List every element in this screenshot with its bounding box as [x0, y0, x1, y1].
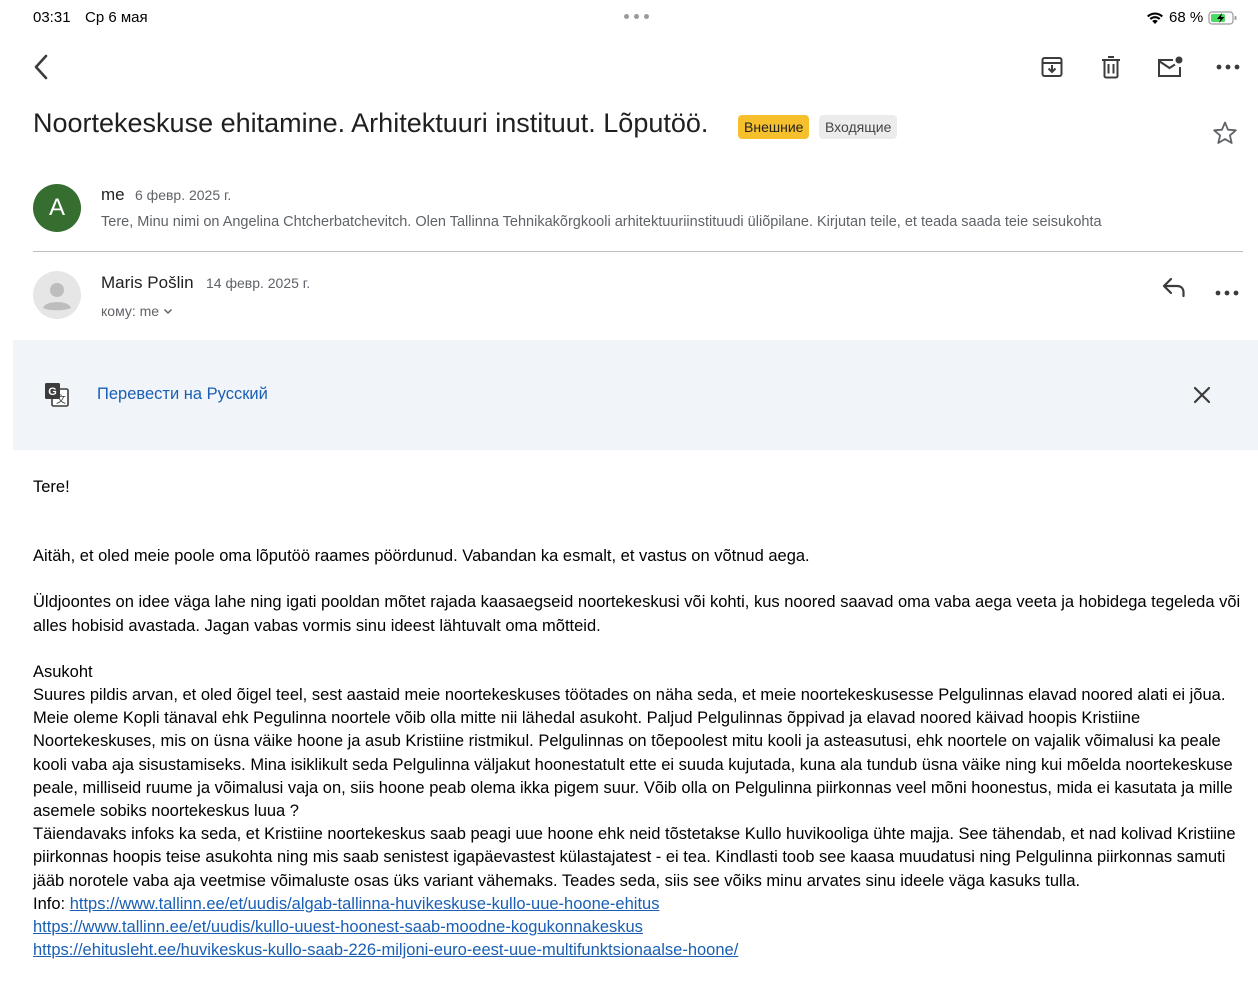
battery-charging-icon — [1208, 10, 1237, 25]
svg-text:文: 文 — [56, 393, 66, 406]
chevron-down-icon — [164, 308, 173, 314]
more-horizontal-icon — [1215, 290, 1239, 296]
battery-percent: 68 % — [1169, 9, 1204, 26]
sender-name: Maris Pošlin — [101, 273, 194, 292]
avatar — [33, 271, 81, 319]
avatar: A — [33, 184, 81, 232]
message-date: 6 февр. 2025 г. — [135, 187, 232, 203]
label-badge-external[interactable]: Внешние — [738, 115, 810, 139]
mail-unread-icon — [1158, 56, 1183, 77]
divider — [33, 251, 1243, 252]
more-button[interactable] — [1213, 52, 1243, 82]
star-button[interactable] — [1212, 120, 1238, 151]
recipient-toggle[interactable]: кому: me — [101, 303, 173, 319]
email-body: Tere! Aitäh, et oled meie poole oma lõpu… — [33, 476, 1248, 962]
email-subject: Noortekeskuse ehitamine. Arhitektuuri in… — [33, 108, 709, 138]
delete-button[interactable] — [1096, 52, 1126, 82]
message-date: 14 февр. 2025 г. — [206, 275, 311, 291]
trash-icon — [1102, 56, 1120, 79]
person-placeholder-icon — [43, 283, 71, 311]
paragraph: Üldjoontes on idee väga lahe ning igati … — [33, 593, 1241, 635]
label-badge-inbox[interactable]: Входящие — [819, 115, 898, 139]
sender-name: me — [101, 185, 125, 204]
status-indicators: 68 % — [1146, 9, 1238, 26]
reply-icon — [1162, 277, 1185, 298]
paragraph: Suures pildis arvan, et oled õigel teel,… — [33, 686, 1233, 821]
reply-button[interactable] — [1160, 276, 1188, 303]
status-date: Ср 6 мая — [85, 9, 148, 26]
recipient-label: кому: me — [101, 303, 160, 319]
wifi-icon — [1147, 11, 1163, 24]
archive-button[interactable] — [1037, 52, 1067, 82]
star-outline-icon — [1213, 121, 1237, 144]
message-more-button[interactable] — [1215, 283, 1239, 301]
back-button[interactable] — [26, 52, 56, 82]
google-translate-icon: G 文 — [45, 383, 69, 407]
info-line: Info: https://www.tallinn.ee/et/uudis/al… — [33, 893, 1248, 916]
mark-unread-button[interactable] — [1155, 52, 1185, 82]
translate-link[interactable]: Перевести на Русский — [97, 385, 268, 404]
info-label: Info: — [33, 894, 70, 913]
status-time: 03:31 — [33, 9, 71, 26]
info-link-3[interactable]: https://ehitusleht.ee/huvikeskus-kullo-s… — [33, 941, 738, 959]
close-icon — [1193, 386, 1211, 404]
paragraph: Aitäh, et oled meie poole oma lõputöö ra… — [33, 547, 810, 566]
chevron-left-icon — [34, 54, 48, 80]
greeting: Tere! — [33, 478, 70, 496]
close-translate-button[interactable] — [1192, 385, 1212, 410]
message-snippet[interactable]: Tere, Minu nimi on Angelina Chtcherbatch… — [101, 214, 1102, 230]
translate-icon-wrap: G 文 — [44, 382, 70, 413]
section-heading: Asukoht — [33, 662, 93, 681]
info-link-2[interactable]: https://www.tallinn.ee/et/uudis/kullo-uu… — [33, 918, 643, 936]
info-link-1[interactable]: https://www.tallinn.ee/et/uudis/algab-ta… — [70, 895, 660, 913]
multitasking-dots-icon[interactable] — [624, 14, 649, 19]
archive-icon — [1041, 57, 1063, 77]
more-horizontal-icon — [1216, 64, 1240, 70]
paragraph: Täiendavaks infoks ka seda, et Kristiine… — [33, 825, 1236, 890]
